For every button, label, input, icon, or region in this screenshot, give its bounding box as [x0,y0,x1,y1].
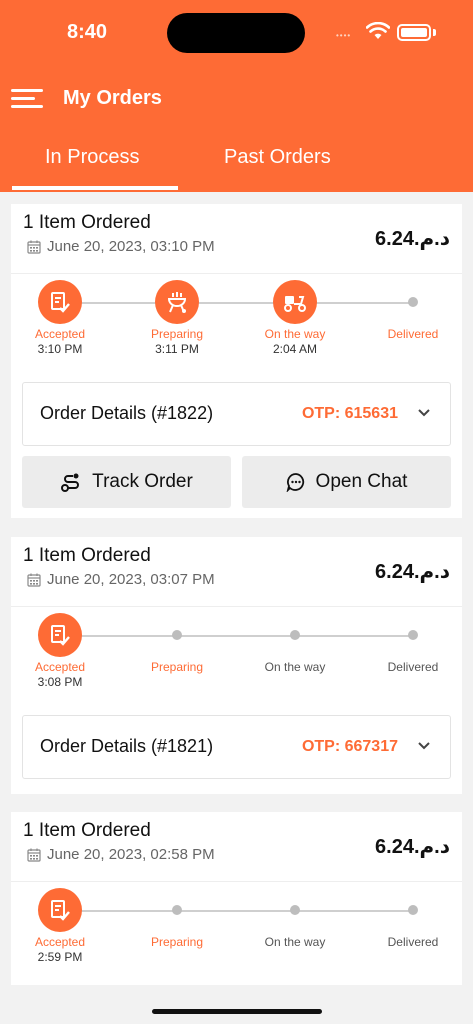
step-label: Accepted [34,327,86,341]
pending-dot [408,297,418,307]
order-date-text: June 20, 2023, 03:10 PM [47,238,215,255]
step-label: Accepted [34,660,86,674]
battery-icon [397,24,431,41]
step-time: 3:10 PM [37,342,83,356]
step-on-the-way: On the way [240,888,350,950]
order-details-label: Order Details (#1821) [40,736,214,756]
chat-bubble-icon [286,473,304,492]
grill-icon [155,280,199,324]
order-card: 1 Item Ordered June 20, 2023, 03:10 PM د… [11,204,462,518]
step-label: On the way [264,935,326,949]
tab-in-process[interactable]: In Process [45,146,139,169]
order-date-text: June 20, 2023, 03:07 PM [47,571,215,588]
step-label: On the way [264,327,326,341]
step-accepted: Accepted 3:10 PM [5,280,115,357]
divider [11,881,462,882]
order-card: 1 Item Ordered June 20, 2023, 03:07 PM د… [11,537,462,794]
step-label: Delivered [387,327,439,341]
divider [11,273,462,274]
calendar-icon [27,848,41,862]
order-details-label: Order Details (#1822) [40,403,214,423]
scooter-icon [273,280,317,324]
order-card: 1 Item Ordered June 20, 2023, 02:58 PM د… [11,812,462,985]
step-label: Accepted [34,935,86,949]
track-order-label: Track Order [92,471,193,492]
step-preparing: Preparing 3:11 PM [122,280,232,357]
pending-dot [290,905,300,915]
chevron-down-icon [418,742,430,750]
step-label: Preparing [150,660,204,674]
app-header: 8:40 •••• My Orders In Process Past Orde… [0,0,473,192]
step-accepted: Accepted 2:59 PM [5,888,115,965]
step-delivered: Delivered [358,888,468,950]
otp-code: OTP: 667317 [301,738,398,755]
track-order-button[interactable]: Track Order [22,456,231,508]
otp-code: OTP: 615631 [301,405,398,422]
page-title: My Orders [63,87,162,109]
calendar-icon [27,240,41,254]
pending-dot [172,905,182,915]
order-date-text: June 20, 2023, 02:58 PM [47,846,215,863]
divider [11,606,462,607]
step-label: Preparing [150,935,204,949]
hamburger-menu-icon[interactable] [11,89,43,109]
pending-dot [408,905,418,915]
order-price: د.م.6.24 [375,561,450,583]
wifi-icon [366,22,390,39]
step-accepted: Accepted 3:08 PM [5,613,115,690]
tab-past-orders[interactable]: Past Orders [224,146,331,169]
step-delivered: Delivered [358,613,468,675]
dynamic-island [167,13,305,53]
clipboard-check-icon [38,280,82,324]
step-label: Preparing [150,327,204,341]
order-price: د.م.6.24 [375,836,450,858]
status-time: 8:40 [67,21,108,43]
step-time: 3:11 PM [155,342,199,356]
order-progress-tracker: Accepted 2:59 PM Preparing On the way De… [11,888,462,978]
order-details-toggle[interactable]: Order Details (#1822) OTP: 615631 [22,382,451,446]
step-preparing: Preparing [122,613,232,675]
clipboard-check-icon [38,613,82,657]
order-title: 1 Item Ordered [23,545,151,566]
active-tab-indicator [12,186,178,190]
calendar-icon [27,573,41,587]
order-title: 1 Item Ordered [23,212,151,233]
order-date: June 20, 2023, 02:58 PM [27,846,215,863]
step-time: 3:08 PM [37,675,83,689]
pending-dot [408,630,418,640]
step-on-the-way: On the way [240,613,350,675]
open-chat-label: Open Chat [315,471,408,492]
pending-dot [172,630,182,640]
order-progress-tracker: Accepted 3:10 PM Preparing 3:11 PM On th… [11,280,462,370]
chevron-down-icon [418,409,430,417]
step-on-the-way: On the way 2:04 AM [240,280,350,357]
step-time: 2:59 PM [37,950,83,964]
order-date: June 20, 2023, 03:10 PM [27,238,215,255]
order-progress-tracker: Accepted 3:08 PM Preparing On the way De… [11,613,462,703]
order-date: June 20, 2023, 03:07 PM [27,571,215,588]
battery-tip [433,29,436,36]
pending-dot [290,630,300,640]
home-indicator [152,1009,322,1014]
order-details-toggle[interactable]: Order Details (#1821) OTP: 667317 [22,715,451,779]
order-title: 1 Item Ordered [23,820,151,841]
step-label: Delivered [387,660,439,674]
route-icon [61,473,80,492]
step-preparing: Preparing [122,888,232,950]
order-price: د.م.6.24 [375,228,450,250]
clipboard-check-icon [38,888,82,932]
signal-dots-icon: •••• [336,31,352,40]
step-time: 2:04 AM [272,342,318,356]
step-label: On the way [264,660,326,674]
step-delivered: Delivered [358,280,468,342]
open-chat-button[interactable]: Open Chat [242,456,451,508]
step-label: Delivered [387,935,439,949]
